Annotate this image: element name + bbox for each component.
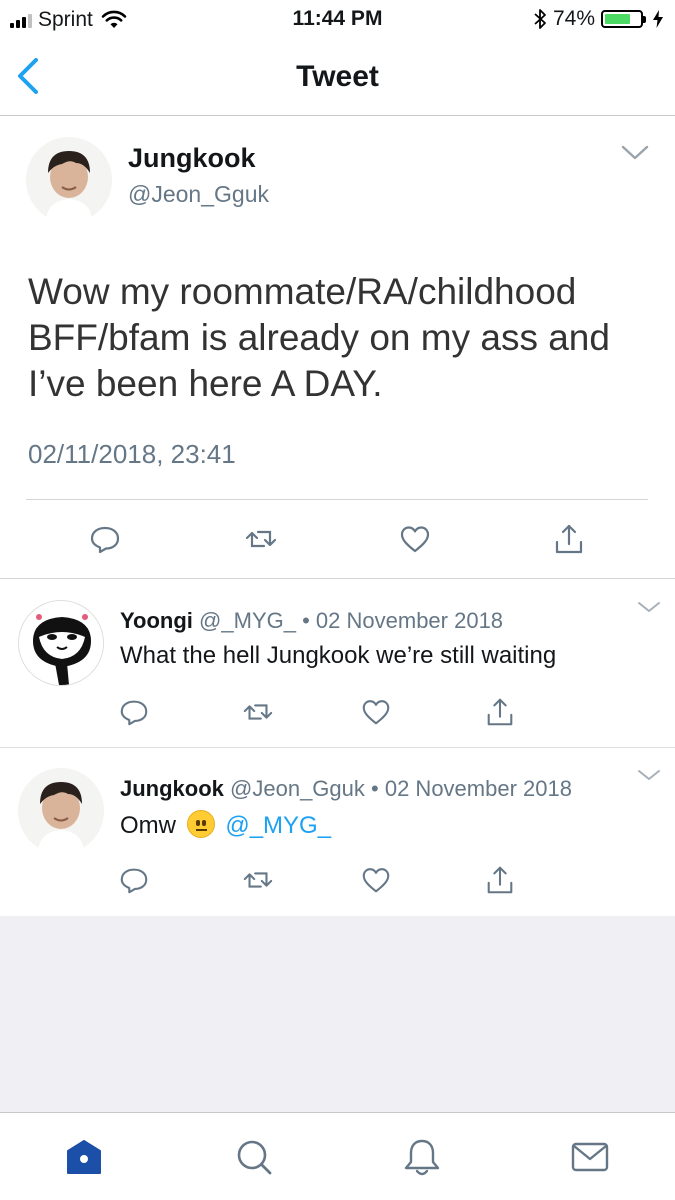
tab-bar bbox=[0, 1112, 675, 1200]
messages-envelope-icon[interactable] bbox=[568, 1135, 612, 1179]
profile-photo bbox=[19, 601, 103, 685]
search-icon[interactable] bbox=[232, 1135, 276, 1179]
bluetooth-icon bbox=[534, 9, 546, 29]
battery-percent: 74% bbox=[552, 7, 595, 30]
like-heart-icon[interactable] bbox=[360, 864, 392, 896]
author-name[interactable]: Jungkook bbox=[128, 143, 256, 174]
author-handle[interactable]: @Jeon_Gguk bbox=[128, 181, 269, 208]
avatar[interactable] bbox=[26, 137, 112, 223]
like-heart-icon[interactable] bbox=[398, 522, 432, 556]
reply-text-body: Omw bbox=[120, 812, 176, 839]
empty-background bbox=[0, 916, 675, 1112]
reply-date: 02 November 2018 bbox=[384, 776, 572, 801]
neutral-face-emoji-icon bbox=[186, 810, 215, 838]
avatar[interactable] bbox=[18, 768, 104, 854]
avatar[interactable] bbox=[18, 600, 104, 686]
reply-actions bbox=[0, 864, 675, 904]
reply-actions bbox=[0, 696, 675, 736]
reply-header: Yoongi @_MYG_ • 02 November 2018 bbox=[120, 608, 503, 634]
retweet-icon[interactable] bbox=[244, 522, 278, 556]
reply-date: 02 November 2018 bbox=[315, 608, 504, 633]
like-heart-icon[interactable] bbox=[360, 696, 392, 728]
chevron-down-icon[interactable] bbox=[637, 600, 661, 614]
author-handle[interactable]: @_MYG_ bbox=[199, 608, 296, 633]
tweet-actions bbox=[0, 522, 675, 566]
home-icon[interactable] bbox=[62, 1135, 106, 1179]
page-title: Tweet bbox=[296, 60, 379, 93]
profile-photo bbox=[26, 137, 112, 223]
author-name[interactable]: Jungkook bbox=[120, 776, 224, 801]
navigation-bar: Tweet bbox=[0, 40, 675, 116]
chevron-down-icon[interactable] bbox=[621, 143, 649, 163]
profile-photo bbox=[18, 768, 104, 854]
tweet-timestamp: 02/11/2018, 23:41 bbox=[28, 439, 236, 469]
notifications-bell-icon[interactable] bbox=[400, 1135, 444, 1179]
status-right: 74% bbox=[533, 7, 663, 31]
main-tweet: Jungkook @Jeon_Gguk Wow my roommate/RA/c… bbox=[0, 117, 675, 579]
tweet-text: Wow my roommate/RA/childhood BFF/bfam is… bbox=[28, 269, 638, 407]
reply-text: What the hell Jungkook we’re still waiti… bbox=[120, 642, 557, 669]
reply-tweet[interactable]: Jungkook @Jeon_Gguk • 02 November 2018 O… bbox=[0, 748, 675, 916]
tweet-text-line: I’ve been here A DAY. bbox=[28, 363, 383, 404]
meta-separator: • bbox=[302, 608, 310, 633]
reply-tweet[interactable]: Yoongi @_MYG_ • 02 November 2018 What th… bbox=[0, 580, 675, 748]
reply-text: Omw @_MYG_ bbox=[120, 810, 331, 840]
meta-separator: • bbox=[371, 776, 379, 801]
reply-icon[interactable] bbox=[118, 696, 150, 728]
share-icon[interactable] bbox=[484, 864, 516, 896]
tweet-text-line: Wow my roommate/RA/childhood bbox=[28, 271, 577, 312]
tweet-text-line: BFF/bfam is already on my ass and bbox=[28, 317, 610, 358]
battery-icon bbox=[601, 10, 646, 28]
author-handle[interactable]: @Jeon_Gguk bbox=[230, 776, 365, 801]
retweet-icon[interactable] bbox=[242, 696, 274, 728]
share-icon[interactable] bbox=[552, 522, 586, 556]
divider bbox=[26, 499, 648, 500]
reply-header: Jungkook @Jeon_Gguk • 02 November 2018 bbox=[120, 776, 572, 802]
share-icon[interactable] bbox=[484, 696, 516, 728]
status-bar: Sprint 11:44 PM 74% bbox=[0, 0, 675, 40]
mention-link[interactable]: @_MYG_ bbox=[225, 812, 331, 839]
reply-icon[interactable] bbox=[88, 522, 122, 556]
retweet-icon[interactable] bbox=[242, 864, 274, 896]
reply-icon[interactable] bbox=[118, 864, 150, 896]
author-name[interactable]: Yoongi bbox=[120, 608, 193, 633]
battery-fill bbox=[605, 14, 631, 24]
chevron-down-icon[interactable] bbox=[637, 768, 661, 782]
charging-bolt-icon bbox=[653, 10, 663, 28]
